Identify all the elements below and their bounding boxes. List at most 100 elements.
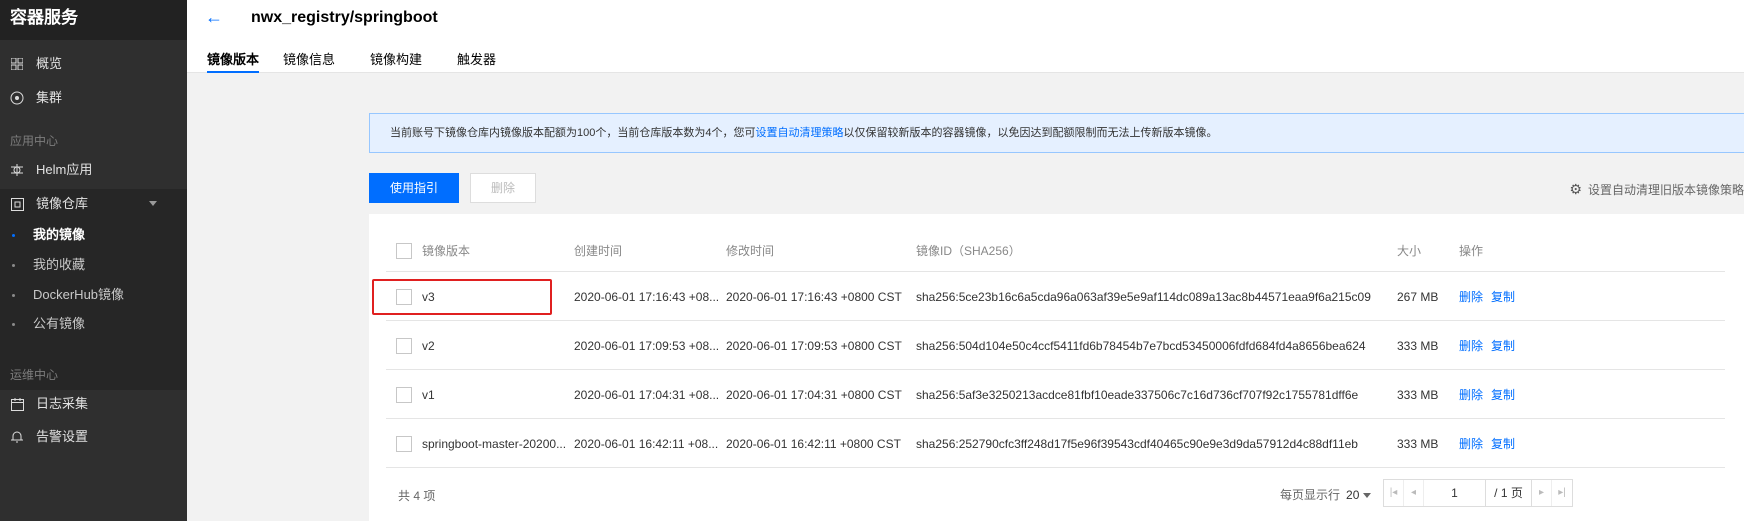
sidebar-item-overview[interactable]: 概览 xyxy=(0,49,187,79)
page-title: nwx_registry/springboot xyxy=(251,9,438,26)
sidebar-item-cluster[interactable]: 集群 xyxy=(0,83,187,113)
bullet-icon xyxy=(12,264,15,268)
cell-image-id: sha256:504d104e50c4ccf5411fd6b78454b7e7b… xyxy=(916,338,1366,353)
calendar-icon xyxy=(10,397,24,411)
row-copy-link[interactable]: 复制 xyxy=(1491,288,1515,305)
table-row: v1 2020-06-01 17:04:31 +08... 2020-06-01… xyxy=(386,371,1725,419)
page-size-value: 20 xyxy=(1346,488,1360,502)
cell-modified: 2020-06-01 17:09:53 +0800 CST xyxy=(726,338,902,353)
row-delete-link[interactable]: 删除 xyxy=(1459,386,1483,403)
tab-image-versions[interactable]: 镜像版本 xyxy=(207,49,260,73)
row-checkbox[interactable] xyxy=(396,420,412,467)
cell-version: v3 xyxy=(422,289,435,304)
chevron-down-icon xyxy=(1363,493,1372,499)
box-icon xyxy=(10,197,24,211)
select-all-checkbox[interactable] xyxy=(396,230,412,271)
row-delete-link[interactable]: 删除 xyxy=(1459,435,1483,452)
grid-icon xyxy=(10,57,24,71)
table-row: v2 2020-06-01 17:09:53 +08... 2020-06-01… xyxy=(386,322,1725,370)
back-arrow-icon[interactable]: ← xyxy=(205,7,223,28)
notice-text: 当前账号下镜像仓库内镜像版本配额为100个，当前仓库版本数为4个，您可 xyxy=(390,127,756,139)
sidebar-item-label: 我的收藏 xyxy=(33,257,86,272)
cell-modified: 2020-06-01 17:04:31 +0800 CST xyxy=(726,387,902,402)
row-checkbox[interactable] xyxy=(396,322,412,369)
sidebar-title: 容器服务 xyxy=(0,0,187,40)
sidebar-item-dockerhub[interactable]: DockerHub镜像 xyxy=(0,280,187,310)
pagination: |◂ ◂ 1 / 1 页 ▸ ▸| xyxy=(1383,479,1573,507)
cell-actions: 删除 复制 xyxy=(1459,371,1523,418)
cell-image-id: sha256:252790cfc3ff248d17f5e96f39543cdf4… xyxy=(916,436,1358,451)
first-page-icon[interactable]: |◂ xyxy=(1384,480,1404,506)
cell-version: v1 xyxy=(422,387,435,402)
sidebar-item-logs[interactable]: 日志采集 xyxy=(0,389,187,419)
page-header: ← nwx_registry/springboot 镜像版本 镜像信息 镜像构建… xyxy=(187,0,1744,73)
page-number-input[interactable]: 1 xyxy=(1424,480,1486,506)
page-size-label: 每页显示行 xyxy=(1280,488,1341,502)
last-page-icon[interactable]: ▸| xyxy=(1552,480,1572,506)
helm-icon xyxy=(10,163,24,177)
sidebar-item-label: 告警设置 xyxy=(36,429,89,444)
tab-triggers[interactable]: 触发器 xyxy=(457,49,496,73)
section-ops-center: 运维中心 xyxy=(10,368,59,382)
delete-button: 删除 xyxy=(470,173,536,203)
chevron-down-icon xyxy=(149,201,157,206)
sidebar-item-label: 我的镜像 xyxy=(33,227,86,242)
cell-created: 2020-06-01 16:42:11 +08... xyxy=(574,436,719,451)
cell-created: 2020-06-01 17:09:53 +08... xyxy=(574,338,719,353)
tab-image-build[interactable]: 镜像构建 xyxy=(370,49,422,73)
col-created: 创建时间 xyxy=(574,244,623,258)
row-delete-link[interactable]: 删除 xyxy=(1459,288,1483,305)
quota-notice: 当前账号下镜像仓库内镜像版本配额为100个，当前仓库版本数为4个，您可设置自动清… xyxy=(369,113,1744,153)
row-checkbox[interactable] xyxy=(396,371,412,418)
cell-version: springboot-master-20200... xyxy=(422,436,567,451)
auto-cleanup-link[interactable]: 设置自动清理策略 xyxy=(755,127,843,139)
total-count: 共 4 项 xyxy=(398,489,436,503)
table-row: springboot-master-20200... 2020-06-01 16… xyxy=(386,420,1725,468)
sidebar-item-registry[interactable]: 镜像仓库 xyxy=(0,189,187,219)
col-image-id: 镜像ID（SHA256） xyxy=(916,244,1021,258)
cell-size: 333 MB xyxy=(1397,436,1439,451)
sidebar-item-label: 镜像仓库 xyxy=(36,196,89,211)
table-footer: 共 4 项 每页显示行 20 |◂ ◂ 1 / 1 页 ▸ ▸| xyxy=(386,478,1725,508)
image-version-table: 镜像版本 创建时间 修改时间 镜像ID（SHA256） 大小 操作 v3 202… xyxy=(369,214,1744,521)
sidebar-item-helm[interactable]: Helm应用 xyxy=(0,155,187,185)
cell-actions: 删除 复制 xyxy=(1459,273,1523,320)
col-size: 大小 xyxy=(1397,244,1422,258)
bell-icon xyxy=(10,430,24,444)
cleanup-policy-link[interactable]: ⚙ 设置自动清理旧版本镜像策略 xyxy=(1569,181,1744,198)
notice-text-after: 以仅保留较新版本的容器镜像，以免因达到配额限制而无法上传新版本镜像。 xyxy=(843,127,1218,139)
cell-actions: 删除 复制 xyxy=(1459,420,1523,467)
row-copy-link[interactable]: 复制 xyxy=(1491,337,1515,354)
row-copy-link[interactable]: 复制 xyxy=(1491,386,1515,403)
cell-created: 2020-06-01 17:04:31 +08... xyxy=(574,387,719,402)
cell-modified: 2020-06-01 16:42:11 +0800 CST xyxy=(726,436,901,451)
sidebar-item-label: Helm应用 xyxy=(36,162,93,177)
row-checkbox[interactable] xyxy=(396,273,412,320)
cell-size: 333 MB xyxy=(1397,387,1439,402)
sidebar: 容器服务 概览 集群 应用中心 Helm应用 镜像仓库 我的镜像 我的收藏 Do… xyxy=(0,0,187,521)
sidebar-item-my-images[interactable]: 我的镜像 xyxy=(0,220,187,250)
page-size-select[interactable]: 每页显示行 20 xyxy=(1280,486,1372,503)
total-pages: / 1 页 xyxy=(1486,480,1532,506)
cell-modified: 2020-06-01 17:16:43 +0800 CST xyxy=(726,289,902,304)
row-copy-link[interactable]: 复制 xyxy=(1491,435,1515,452)
sidebar-item-my-favorites[interactable]: 我的收藏 xyxy=(0,250,187,280)
sidebar-item-public-images[interactable]: 公有镜像 xyxy=(0,309,187,339)
sidebar-item-label: 公有镜像 xyxy=(33,316,86,331)
col-version: 镜像版本 xyxy=(422,244,471,258)
tab-image-info[interactable]: 镜像信息 xyxy=(283,49,335,73)
row-delete-link[interactable]: 删除 xyxy=(1459,337,1483,354)
next-page-icon[interactable]: ▸ xyxy=(1532,480,1552,506)
prev-page-icon[interactable]: ◂ xyxy=(1404,480,1424,506)
cell-version: v2 xyxy=(422,338,435,353)
table-row: v3 2020-06-01 17:16:43 +08... 2020-06-01… xyxy=(372,273,1725,321)
bullet-icon xyxy=(12,323,15,327)
table-header: 镜像版本 创建时间 修改时间 镜像ID（SHA256） 大小 操作 xyxy=(386,230,1725,272)
bullet-icon xyxy=(12,294,15,298)
gear-icon: ⚙ xyxy=(1569,181,1582,197)
sidebar-item-label: 集群 xyxy=(36,90,63,105)
cell-created: 2020-06-01 17:16:43 +08... xyxy=(574,289,719,304)
sidebar-item-alerts[interactable]: 告警设置 xyxy=(0,422,187,452)
usage-guide-button[interactable]: 使用指引 xyxy=(369,173,459,203)
cell-image-id: sha256:5af3e3250213acdce81fbf10eade33750… xyxy=(916,387,1359,402)
